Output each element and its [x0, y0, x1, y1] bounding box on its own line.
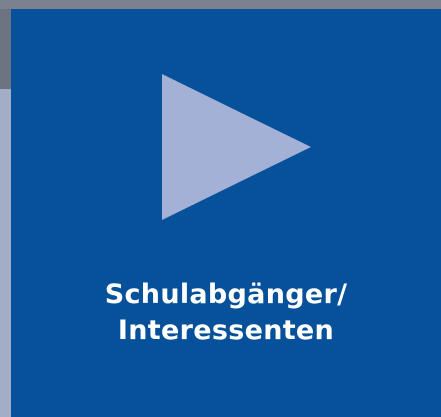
play-icon[interactable] [162, 74, 311, 220]
top-border-strip [0, 0, 441, 9]
tile-label-line-2: Interessenten [117, 315, 335, 346]
tile-label-line-1: Schulabgänger/ [104, 279, 348, 310]
tile-label[interactable]: Schulabgänger/ Interessenten [11, 277, 441, 349]
left-edge-dark-segment [0, 9, 11, 89]
school-leavers-video-tile[interactable]: Schulabgänger/ Interessenten [11, 9, 441, 417]
left-edge-light-segment [0, 89, 11, 417]
